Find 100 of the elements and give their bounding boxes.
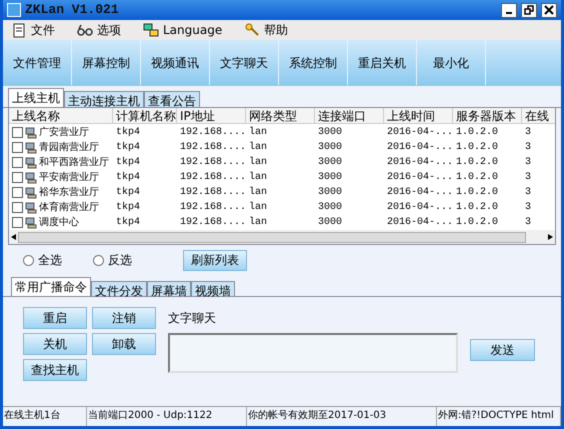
table-cell-text: 青园南营业厅 — [39, 140, 99, 155]
toolbar-button[interactable]: 最小化 — [417, 40, 486, 85]
menu-item[interactable]: 选项 — [77, 21, 121, 39]
column-header[interactable]: 网络类型 — [246, 108, 315, 123]
tab[interactable]: 上线主机 — [8, 88, 64, 107]
table-cell-text: 3000 — [318, 201, 342, 215]
column-header[interactable]: 计算机名称 — [113, 108, 177, 123]
table-row[interactable]: 裕华东营业厅 tkp4 192.168.... lan 3000 2016-04-... 1.0.2.0 3 — [9, 185, 555, 200]
toolbar-button[interactable]: 系统控制 — [279, 40, 348, 85]
table-cell-text: lan — [249, 216, 268, 230]
table-cell-text: 广安营业厅 — [39, 126, 89, 140]
table-cell-text: lan — [249, 126, 268, 140]
document-icon — [11, 22, 27, 38]
table-cell-text: 2016-04-... — [387, 126, 453, 140]
minimize-button[interactable] — [501, 2, 517, 18]
table-cell-text: lan — [249, 200, 268, 215]
scroll-right-icon — [548, 234, 553, 240]
command-button[interactable]: 重启 — [23, 307, 87, 329]
computer-icon — [25, 156, 37, 168]
computer-icon — [25, 172, 37, 184]
table-cell-text: 调度中心 — [39, 216, 79, 230]
table-cell-text: 192.168.... — [180, 141, 246, 155]
chat-label: 文字聊天 — [168, 310, 217, 327]
table-cell-text: 192.168.... — [180, 156, 246, 170]
toolbar-button[interactable]: 文件管理 — [3, 40, 72, 85]
computer-icon — [25, 202, 37, 214]
restore-button[interactable] — [521, 2, 537, 18]
radio-button[interactable] — [23, 254, 34, 266]
radio-label: 反选 — [108, 252, 132, 269]
restore-icon — [524, 5, 534, 15]
window-title: ZKLan V1.021 — [25, 1, 119, 20]
tab[interactable]: 屏幕墙 — [147, 281, 191, 296]
checkbox[interactable] — [12, 142, 23, 153]
table-cell-text: 裕华东营业厅 — [39, 186, 99, 200]
scroll-left-icon — [11, 234, 16, 240]
toolbar-button[interactable]: 屏幕控制 — [72, 40, 141, 85]
toolbar-button[interactable]: 视频通讯 — [141, 40, 210, 85]
refresh-button[interactable]: 刷新列表 — [183, 250, 247, 270]
table-row[interactable]: 平安南营业厅 tkp4 192.168.... lan 3000 2016-04-... 1.0.2.0 3 — [9, 170, 555, 185]
status-text: 在线主机1台 — [3, 407, 87, 426]
checkbox[interactable] — [12, 202, 23, 213]
table-cell-text: 192.168.... — [180, 126, 246, 140]
chat-input[interactable] — [168, 333, 458, 373]
checkbox[interactable] — [12, 187, 23, 198]
table-cell-text: 1.0.2.0 — [456, 216, 498, 230]
checkbox[interactable] — [12, 127, 23, 138]
table-row[interactable]: 和平西路营业厅 tkp4 192.168.... lan 3000 2016-04-... 1.0.2.0 3 — [9, 155, 555, 170]
column-header[interactable]: 服务器版本 — [453, 108, 522, 123]
close-button[interactable] — [541, 2, 557, 18]
computer-icon — [25, 126, 37, 138]
command-button[interactable]: 卸载 — [92, 333, 156, 355]
toolbar-button[interactable]: 重启关机 — [348, 40, 417, 85]
column-header[interactable]: 在线 — [522, 108, 555, 123]
column-header[interactable]: 上线名称 — [9, 108, 113, 123]
table-cell-text: tkp4 — [116, 140, 140, 155]
checkbox[interactable] — [12, 157, 23, 168]
status-text: 外网:错?!DOCTYPE html — [437, 407, 561, 426]
table-cell-text: 1.0.2.0 — [456, 201, 498, 215]
column-header[interactable]: IP地址 — [177, 108, 246, 123]
table-cell-text: 1.0.2.0 — [456, 156, 498, 170]
table-cell-text: 平安南营业厅 — [39, 170, 99, 185]
command-button[interactable]: 注销 — [92, 307, 156, 329]
checkbox[interactable] — [12, 172, 23, 183]
table-cell-text: tkp4 — [116, 216, 140, 230]
radio-label: 全选 — [38, 252, 62, 269]
table-cell-text: 2016-04-... — [387, 141, 453, 155]
glasses-icon — [77, 22, 93, 38]
horizontal-scrollbar[interactable] — [9, 230, 555, 244]
table-cell-text: 192.168.... — [180, 216, 246, 230]
send-button[interactable]: 发送 — [470, 339, 535, 361]
table-cell-text: 1.0.2.0 — [456, 141, 498, 155]
app-logo-icon — [7, 3, 21, 17]
column-header[interactable]: 上线时间 — [384, 108, 453, 123]
column-header[interactable]: 连接端口 — [315, 108, 384, 123]
command-button[interactable]: 关机 — [23, 333, 87, 355]
radio-button[interactable] — [93, 254, 104, 266]
table-cell-text: 3 — [525, 216, 532, 230]
table-row[interactable]: 调度中心 tkp4 192.168.... lan 3000 2016-04-... 1.0.2.0 3 — [9, 215, 555, 230]
table-cell-text: tkp4 — [116, 156, 140, 170]
tab[interactable]: 查看公告 — [144, 91, 200, 107]
table-cell-text: lan — [249, 170, 268, 185]
scrollbar-thumb[interactable] — [18, 232, 526, 242]
menu-item[interactable]: 帮助 — [244, 21, 288, 39]
computer-icon — [25, 142, 37, 154]
tab[interactable]: 视频墙 — [191, 281, 235, 296]
table-cell-text: tkp4 — [116, 126, 140, 140]
table-cell-text: 1.0.2.0 — [456, 171, 498, 185]
tab[interactable]: 常用广播命令 — [11, 277, 91, 296]
menu-item[interactable]: 文件 — [11, 21, 55, 39]
table-cell-text: 和平西路营业厅 — [39, 156, 109, 170]
checkbox[interactable] — [12, 217, 23, 228]
table-row[interactable]: 青园南营业厅 tkp4 192.168.... lan 3000 2016-04-... 1.0.2.0 3 — [9, 140, 555, 155]
menu-item[interactable]: Language — [143, 21, 222, 39]
toolbar-button[interactable]: 文字聊天 — [210, 40, 279, 85]
table-cell-text: 3 — [525, 201, 532, 215]
table-row[interactable]: 广安营业厅 tkp4 192.168.... lan 3000 2016-04-... 1.0.2.0 3 — [9, 125, 555, 140]
tab[interactable]: 主动连接主机 — [64, 91, 144, 107]
command-button[interactable]: 查找主机 — [23, 359, 87, 381]
table-row[interactable]: 体育南营业厅 tkp4 192.168.... lan 3000 2016-04-... 1.0.2.0 3 — [9, 200, 555, 215]
tab[interactable]: 文件分发 — [91, 281, 147, 296]
